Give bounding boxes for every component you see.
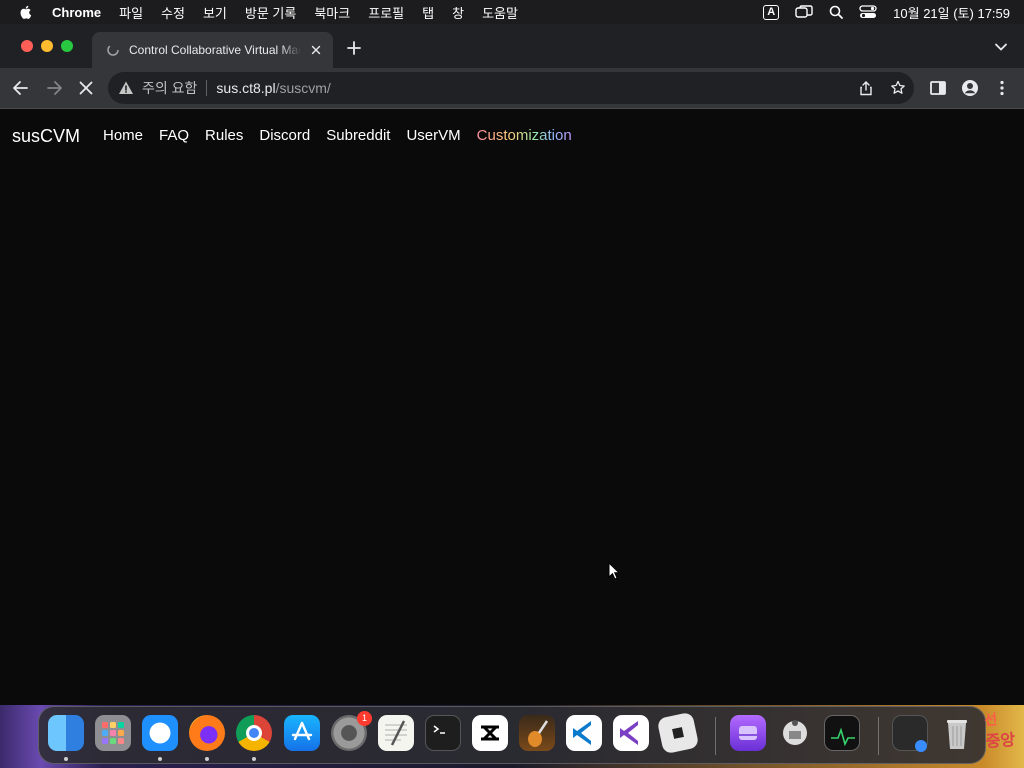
nav-rules[interactable]: Rules [205, 127, 243, 144]
visual-studio-icon[interactable] [613, 715, 649, 751]
profile-avatar-icon[interactable] [960, 78, 980, 98]
running-indicator [252, 757, 256, 761]
dock-separator [878, 717, 879, 755]
new-tab-icon[interactable] [346, 40, 362, 56]
menu-view[interactable]: 보기 [203, 3, 227, 22]
automator-icon[interactable] [777, 715, 813, 751]
side-panel-icon[interactable] [928, 78, 948, 98]
dock-separator [715, 717, 716, 755]
stop-loading-icon[interactable] [76, 78, 96, 98]
safari-icon[interactable] [142, 715, 178, 751]
desktop-corner-graphic: 선 중앙 [983, 711, 1016, 751]
tab-close-icon[interactable] [309, 43, 323, 57]
app-store-icon[interactable] [284, 715, 320, 751]
mouse-pointer-icon [608, 562, 620, 580]
not-secure-warning-icon[interactable] [118, 80, 134, 96]
window-minimize-button[interactable] [41, 40, 53, 52]
firefox-icon[interactable] [189, 715, 225, 751]
menu-history[interactable]: 방문 기록 [245, 3, 296, 22]
nav-faq[interactable]: FAQ [159, 127, 189, 144]
web-page: susCVM Home FAQ Rules Discord Subreddit … [0, 109, 1024, 705]
tab-title: Control Collaborative Virtual Machines [129, 43, 301, 57]
menu-tab[interactable]: 탭 [422, 3, 434, 22]
vscode-icon[interactable] [566, 715, 602, 751]
apple-logo-icon[interactable] [18, 4, 34, 20]
menu-window[interactable]: 창 [452, 3, 464, 22]
url-host[interactable]: sus.ct8.pl [216, 80, 275, 96]
site-navigation: Home FAQ Rules Discord Subreddit UserVM … [103, 127, 588, 144]
menu-bookmarks[interactable]: 북마크 [314, 3, 350, 22]
nav-uservm[interactable]: UserVM [406, 127, 460, 144]
running-indicator [205, 757, 209, 761]
screenshot-stack-icon[interactable] [892, 715, 928, 752]
chrome-menu-icon[interactable] [992, 78, 1012, 98]
roblox-icon[interactable] [656, 711, 700, 755]
running-indicator [158, 757, 162, 761]
capcut-icon[interactable] [472, 715, 508, 751]
menu-edit[interactable]: 수정 [161, 3, 185, 22]
notification-badge: 1 [357, 711, 372, 726]
url-path[interactable]: /suscvm/ [276, 80, 331, 96]
tab-search-chevron-icon[interactable] [994, 42, 1008, 52]
trash-icon[interactable] [939, 715, 975, 751]
site-brand[interactable]: susCVM [12, 126, 80, 147]
running-indicator [64, 757, 68, 761]
chrome-tab-strip: Control Collaborative Virtual Machines [0, 24, 1024, 68]
share-icon[interactable] [859, 81, 873, 96]
security-chip-label[interactable]: 주의 요함 [142, 78, 197, 98]
nav-discord[interactable]: Discord [259, 127, 310, 144]
menubar-clock[interactable]: 10월 21일 (토) 17:59 [893, 3, 1010, 22]
macos-dock: 1 [38, 706, 986, 764]
activity-monitor-icon[interactable] [824, 715, 860, 751]
omnibox-separator [206, 80, 208, 96]
nav-subreddit[interactable]: Subreddit [326, 127, 390, 144]
macos-menubar: Chrome 파일 수정 보기 방문 기록 북마크 프로필 탭 창 도움말 A … [0, 0, 1024, 24]
nav-customization[interactable]: Customization [477, 127, 572, 144]
menu-help[interactable]: 도움말 [482, 3, 518, 22]
input-source-indicator[interactable]: A [763, 4, 780, 20]
chrome-toolbar: 주의 요함 sus.ct8.pl/suscvm/ [0, 68, 1024, 108]
screen-mirroring-icon[interactable] [795, 5, 813, 19]
back-arrow-icon[interactable] [11, 78, 31, 98]
finder-icon[interactable] [48, 715, 84, 751]
window-zoom-button[interactable] [61, 40, 73, 52]
nav-home[interactable]: Home [103, 127, 143, 144]
menu-app-chrome[interactable]: Chrome [52, 5, 101, 20]
tab-active[interactable]: Control Collaborative Virtual Machines [92, 32, 333, 68]
tab-loading-icon [107, 44, 119, 56]
address-bar[interactable]: 주의 요함 sus.ct8.pl/suscvm/ [108, 72, 914, 104]
window-close-button[interactable] [21, 40, 33, 52]
launchpad-icon[interactable] [95, 715, 131, 751]
menu-profiles[interactable]: 프로필 [368, 3, 404, 22]
chrome-icon[interactable] [236, 715, 272, 751]
spotlight-search-icon[interactable] [829, 5, 844, 19]
terminal-icon[interactable] [425, 715, 461, 751]
textedit-icon[interactable] [378, 715, 414, 751]
disk-utility-icon[interactable] [730, 715, 766, 751]
menu-file[interactable]: 파일 [119, 3, 143, 22]
bookmark-star-icon[interactable] [890, 80, 906, 96]
forward-arrow-icon[interactable] [44, 78, 64, 98]
garageband-icon[interactable] [519, 715, 555, 751]
system-settings-icon[interactable]: 1 [331, 711, 372, 751]
control-center-icon[interactable] [859, 5, 877, 19]
